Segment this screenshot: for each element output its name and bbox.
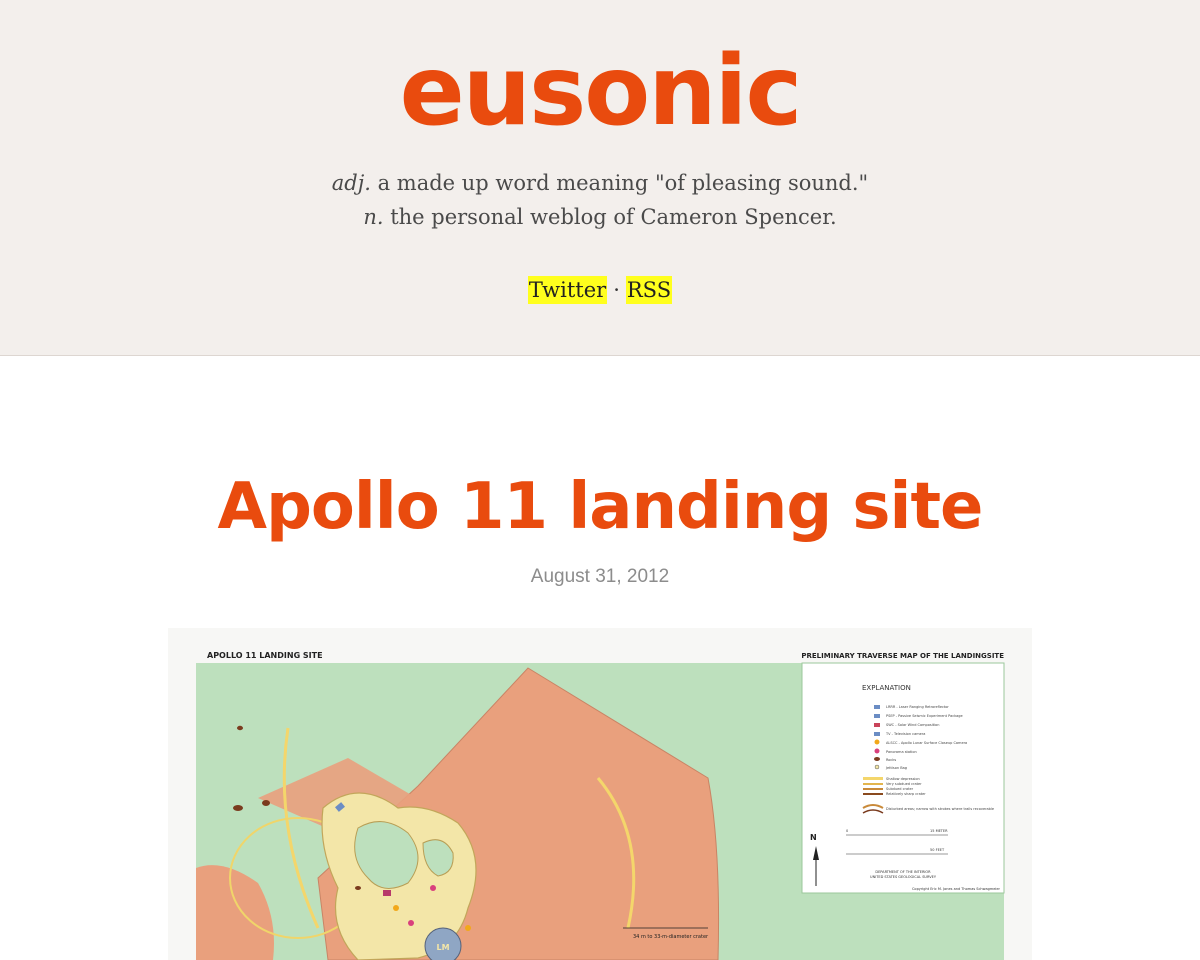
- rss-link[interactable]: RSS: [625, 276, 673, 304]
- link-separator: ·: [613, 278, 620, 302]
- header-links: Twitter · RSS: [0, 276, 1200, 304]
- legend-item: Jettison Bag: [885, 766, 907, 770]
- flag-marker: [383, 890, 391, 896]
- experiment-marker: [408, 920, 414, 926]
- legend-item: Disturbed areas; narrow with strokes whe…: [886, 807, 994, 811]
- post-date: August 31, 2012: [530, 566, 670, 587]
- tagline-definition-1: a made up word meaning "of pleasing soun…: [370, 171, 869, 195]
- legend-item: ALSCC - Apollo Lunar Surface Closeup Cam…: [886, 741, 967, 745]
- legend-item: Relatively sharp crater: [886, 792, 926, 796]
- post-title[interactable]: Apollo 11 landing site: [0, 470, 1200, 544]
- legend-item: TV - Television camera: [885, 732, 925, 736]
- map-survey: UNITED STATES GEOLOGICAL SURVEY: [870, 875, 937, 879]
- apollo-11-traverse-map: APOLLO 11 LANDING SITE PRELIMINARY TRAVE…: [196, 651, 1005, 960]
- north-arrow-label: N: [810, 833, 817, 842]
- legend-item: Very subdued crater: [886, 782, 922, 786]
- lm-label: LM: [436, 943, 449, 952]
- experiment-marker: [465, 925, 471, 931]
- map-title-right: PRELIMINARY TRAVERSE MAP OF THE LANDINGS…: [801, 652, 1004, 660]
- twitter-link[interactable]: Twitter: [527, 276, 608, 304]
- tagline-pos-adj: adj.: [331, 171, 371, 195]
- legend-item: SWC - Solar Wind Composition: [886, 723, 939, 727]
- tagline-line-2: n. the personal weblog of Cameron Spence…: [363, 205, 836, 229]
- legend-item: Shallow depression: [886, 777, 920, 781]
- map-department: DEPARTMENT OF THE INTERIOR: [875, 870, 931, 874]
- tagline-line-1: adj. a made up word meaning "of pleasing…: [332, 171, 868, 195]
- scale-meter: 15 METER: [930, 829, 948, 833]
- rock: [262, 800, 270, 806]
- legend-item: Subdued crater: [886, 787, 914, 791]
- crater-annotation-label: 34 m to 33-m-diameter crater: [633, 934, 709, 940]
- rock: [237, 725, 243, 731]
- rock: [355, 886, 361, 890]
- tagline-definition-2: the personal weblog of Cameron Spencer.: [383, 205, 837, 229]
- site-tagline: adj. a made up word meaning "of pleasing…: [0, 166, 1200, 234]
- scale-feet: 50 FEET: [930, 848, 945, 852]
- experiment-marker: [430, 885, 436, 891]
- map-copyright: Copyright Eric M. Jones and Thomas Schwa…: [912, 887, 1001, 891]
- legend-item: PSEP - Passive Seismic Experiment Packag…: [886, 714, 963, 718]
- site-title[interactable]: eusonic: [0, 34, 1200, 149]
- post-image: APOLLO 11 LANDING SITE PRELIMINARY TRAVE…: [168, 628, 1032, 960]
- rock: [233, 805, 243, 811]
- legend-item: Panorama station: [886, 750, 917, 754]
- legend-item: LRRR - Laser Ranging Retroreflector: [886, 705, 949, 709]
- legend-item: Rocks: [886, 758, 896, 762]
- tagline-pos-noun: n.: [363, 205, 384, 229]
- scale-zero: 0: [846, 829, 848, 833]
- site-header: eusonic adj. a made up word meaning "of …: [0, 0, 1200, 356]
- experiment-marker: [393, 905, 399, 911]
- legend-heading: EXPLANATION: [862, 684, 911, 692]
- map-title-left: APOLLO 11 LANDING SITE: [207, 651, 323, 660]
